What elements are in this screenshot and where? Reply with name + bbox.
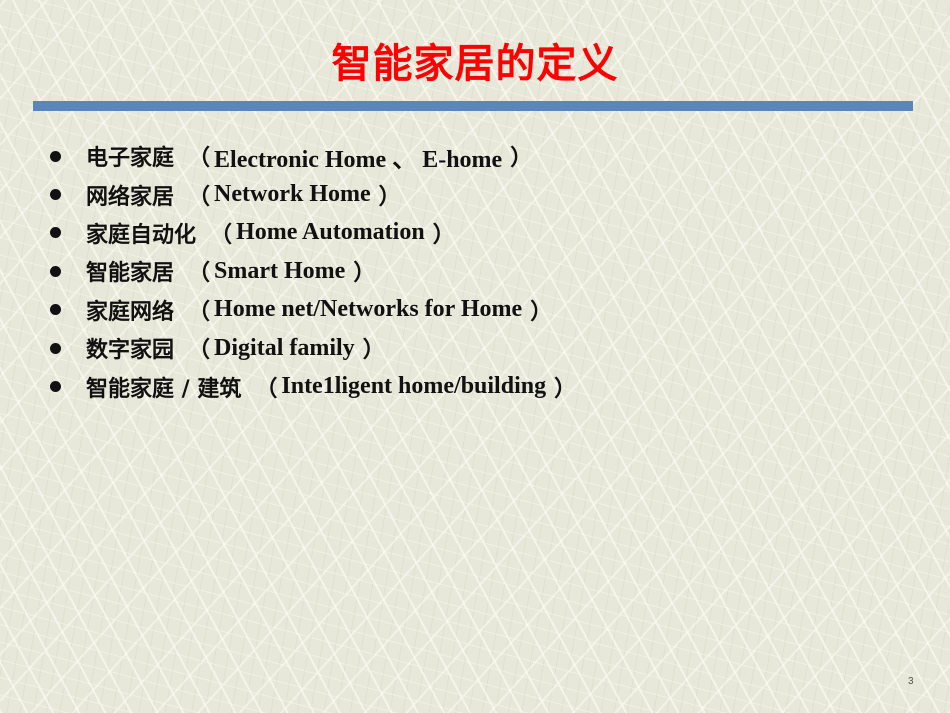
close-paren: ）	[378, 184, 401, 210]
open-paren: （	[188, 299, 211, 325]
close-paren: ）	[362, 338, 385, 364]
list-item: 网络家居 （ Network Home ）	[50, 175, 576, 213]
term-english: Network Home	[214, 181, 371, 208]
page-number: 3	[908, 676, 914, 687]
list-item: 家庭网络 （ Home net/Networks for Home ）	[50, 291, 576, 329]
term-chinese: 家庭自动化	[86, 222, 197, 248]
bullet-icon	[50, 381, 61, 393]
close-paren: ）	[510, 146, 533, 172]
open-paren: （	[188, 338, 211, 364]
bullet-icon	[50, 342, 61, 354]
term-english: Home net/Networks for Home	[214, 296, 523, 323]
bullet-icon	[50, 227, 61, 239]
list-item: 智能家居 （ Smart Home ）	[50, 252, 576, 290]
term-chinese: 数字家园	[86, 338, 175, 364]
bullet-icon	[50, 304, 61, 316]
term-english: Inte1ligent home/building	[281, 373, 547, 400]
close-paren: ）	[554, 376, 577, 402]
close-paren: ）	[432, 222, 455, 248]
list-item: 家庭自动化 （ Home Automation ）	[50, 214, 576, 252]
open-paren: （	[188, 184, 211, 210]
bullet-icon	[50, 265, 61, 277]
close-paren: ）	[530, 299, 553, 325]
definition-list: 电子家庭 （ Electronic Home 、 E-home ） 网络家居 （…	[50, 137, 576, 406]
term-chinese: 智能家居	[86, 261, 175, 287]
list-item: 电子家庭 （ Electronic Home 、 E-home ）	[50, 137, 576, 175]
open-paren: （	[210, 222, 233, 248]
term-english: Electronic Home 、 E-home	[214, 146, 503, 173]
close-paren: ）	[353, 261, 376, 287]
title-divider-bar	[33, 101, 913, 111]
open-paren: （	[188, 146, 211, 172]
term-english: Digital family	[214, 334, 355, 361]
list-item: 智能家庭 / 建筑 （ Inte1ligent home/building ）	[50, 367, 576, 405]
slide-title: 智能家居的定义	[331, 41, 619, 87]
term-chinese: 网络家居	[86, 184, 175, 210]
open-paren: （	[255, 376, 278, 402]
open-paren: （	[188, 261, 211, 287]
term-chinese: 智能家庭 / 建筑	[86, 376, 242, 402]
bullet-icon	[50, 189, 61, 201]
term-english: Smart Home	[214, 257, 346, 284]
term-chinese: 电子家庭	[86, 146, 175, 172]
term-english: Home Automation	[236, 219, 425, 246]
bullet-icon	[50, 150, 61, 162]
list-item: 数字家园 （ Digital family ）	[50, 329, 576, 367]
term-chinese: 家庭网络	[86, 299, 175, 325]
